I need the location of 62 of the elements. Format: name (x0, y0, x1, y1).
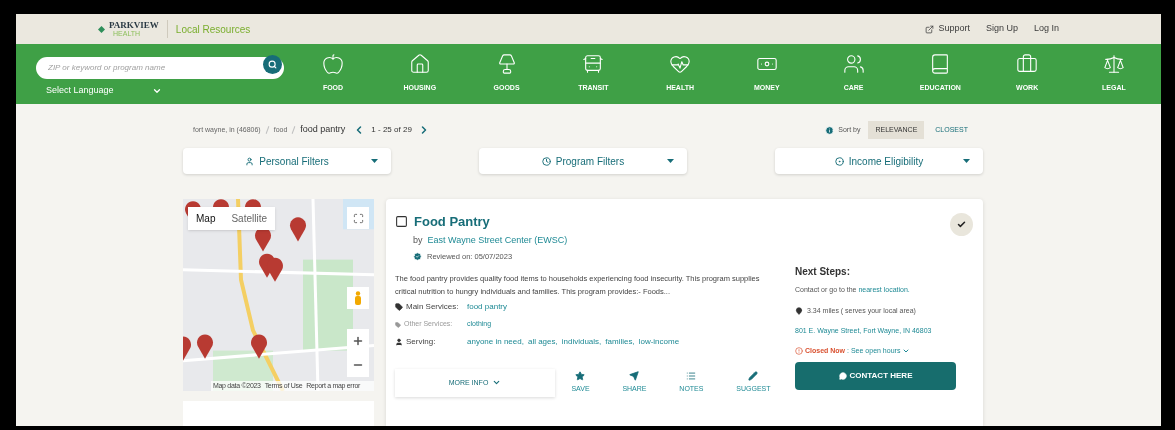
detail-tag-link[interactable]: food pantry (467, 301, 508, 314)
verified-icon (413, 252, 422, 262)
tag-icon (395, 303, 403, 312)
external-link-icon (925, 24, 935, 34)
detail-tag-link[interactable]: all ages, (527, 335, 558, 348)
breadcrumb-link[interactable]: food pantry (300, 123, 346, 137)
fullscreen-button[interactable] (347, 207, 369, 229)
detail-tag-link[interactable]: families, (605, 335, 635, 348)
people-icon (842, 53, 865, 75)
list-icon (686, 371, 697, 381)
caret-icon (667, 159, 674, 163)
alert-icon (795, 346, 803, 355)
search-field[interactable]: ZIP or keyword or program name (36, 56, 284, 79)
result-title[interactable]: Food Pantry (414, 212, 490, 232)
house-icon (408, 53, 431, 75)
star-icon (575, 371, 586, 381)
caret-icon (963, 159, 970, 163)
map-mode-tab[interactable]: Satellite (223, 207, 276, 230)
bus-icon (582, 53, 605, 75)
detail-tag-link[interactable]: individuals, (561, 335, 602, 348)
select-checkbox[interactable] (395, 215, 408, 229)
map-mode-tab[interactable]: Map (188, 207, 224, 230)
filter-dropdown[interactable]: Personal Filters (183, 148, 391, 174)
check-icon (957, 220, 966, 229)
search-icon (268, 59, 277, 69)
paper-plane-icon (629, 371, 640, 381)
info-icon (825, 125, 835, 135)
apple-icon (322, 53, 344, 75)
person-icon (245, 156, 255, 166)
diamond-logo-icon (98, 25, 105, 33)
detail-label: Serving: (406, 335, 436, 348)
contact-button[interactable]: CONTACT HERE (795, 362, 956, 390)
detail-tag-link[interactable]: anyone in need, (467, 335, 524, 348)
detail-label: Main Services: (406, 301, 459, 314)
chat-bubble-icon (838, 372, 847, 380)
plus-icon (352, 335, 364, 347)
page-range: 1 - 25 of 29 (371, 124, 412, 136)
language-select[interactable]: Select Language (36, 84, 286, 98)
pegman-icon (354, 291, 362, 305)
header-link[interactable]: Sign Up (985, 22, 1018, 36)
detail-tag-link[interactable]: low-income (638, 335, 680, 348)
by-label: by (413, 233, 423, 247)
filter-dropdown[interactable]: Program Filters (479, 148, 687, 174)
header-link[interactable]: Log In (1033, 22, 1059, 36)
circle-icon (834, 156, 844, 166)
pencil-icon (748, 371, 759, 381)
organization-link[interactable]: East Wayne Street Center (EWSC) (427, 233, 568, 247)
caret-icon (371, 159, 378, 163)
search-button[interactable] (263, 54, 282, 74)
logo-name: PARKVIEW (109, 21, 159, 30)
fullscreen-icon (352, 212, 364, 224)
clock-icon (541, 156, 551, 166)
filter-dropdown[interactable]: Income Eligibility (775, 148, 983, 174)
scale-icon (1102, 53, 1125, 75)
tag-icon (395, 321, 401, 328)
site-title: Local Resources (175, 22, 251, 37)
briefcase-icon (1016, 53, 1039, 75)
map-pin-icon (795, 306, 803, 315)
next-steps-title: Next Steps: (795, 265, 851, 279)
person-icon (395, 337, 403, 346)
header-link[interactable]: Support (925, 22, 970, 36)
heart-pulse-icon (669, 53, 692, 75)
